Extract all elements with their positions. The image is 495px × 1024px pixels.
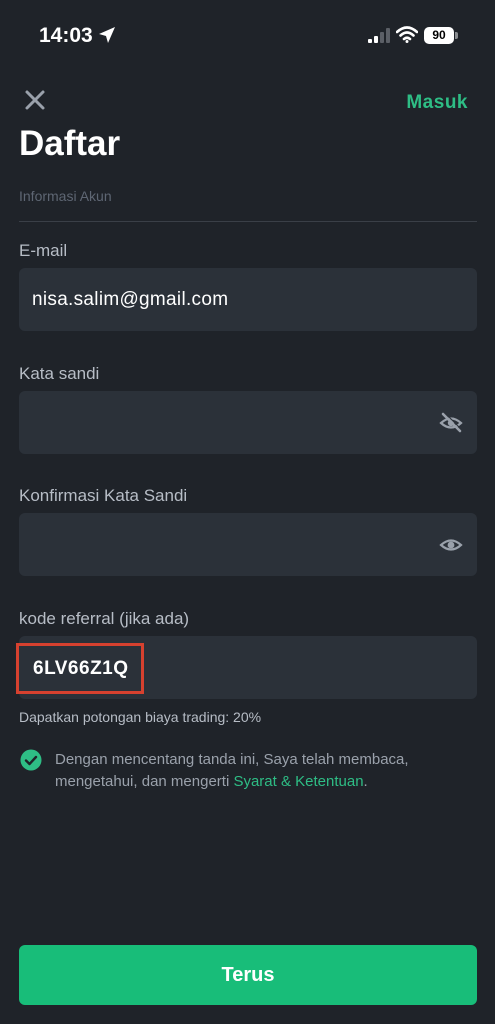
- email-label: E-mail: [19, 241, 68, 260]
- check-circle-icon[interactable]: [20, 749, 42, 771]
- continue-button[interactable]: Terus: [19, 945, 477, 1005]
- status-time: 14:03: [39, 24, 93, 47]
- email-value: nisa.salim@gmail.com: [32, 289, 229, 310]
- signal-icon: [368, 28, 390, 43]
- status-bar: 14:03 90: [0, 0, 495, 72]
- login-link[interactable]: Masuk: [406, 92, 468, 114]
- referral-label: kode referral (jika ada): [19, 609, 190, 628]
- referral-highlight-box: [16, 643, 144, 694]
- battery-tip: [455, 32, 458, 39]
- confirm-password-label: Konfirmasi Kata Sandi: [19, 486, 188, 505]
- eye-icon[interactable]: [439, 533, 463, 557]
- terms-end: .: [363, 773, 368, 790]
- location-arrow-icon: [99, 27, 115, 43]
- password-field[interactable]: [19, 391, 477, 454]
- password-label: Kata sandi: [19, 364, 100, 383]
- discount-note: Dapatkan potongan biaya trading: 20%: [19, 709, 262, 725]
- section-label: Informasi Akun: [19, 188, 112, 204]
- close-icon[interactable]: [24, 89, 46, 111]
- wifi-icon: [396, 26, 418, 43]
- confirm-password-field[interactable]: [19, 513, 477, 576]
- page-title: Daftar: [19, 124, 121, 163]
- battery-indicator: 90: [424, 27, 454, 44]
- email-field[interactable]: nisa.salim@gmail.com: [19, 268, 477, 331]
- divider: [19, 221, 477, 222]
- terms-link[interactable]: Syarat & Ketentuan: [233, 773, 363, 790]
- eye-slash-icon[interactable]: [439, 411, 463, 435]
- terms-text: Dengan mencentang tanda ini, Saya telah …: [55, 749, 455, 793]
